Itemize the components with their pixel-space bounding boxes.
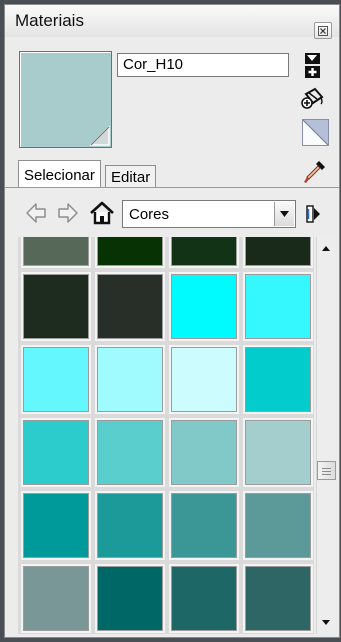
- color-swatch[interactable]: [95, 272, 165, 341]
- color-swatch[interactable]: [169, 564, 239, 633]
- color-swatch[interactable]: [95, 345, 165, 414]
- scrollbar-thumb[interactable]: [317, 461, 336, 480]
- eyedropper-icon[interactable]: [303, 159, 327, 185]
- back-arrow-icon[interactable]: [25, 202, 47, 224]
- color-swatch[interactable]: [169, 272, 239, 341]
- color-swatch[interactable]: [21, 345, 91, 414]
- thumb-grip-line: [322, 468, 331, 469]
- home-icon[interactable]: [89, 201, 115, 225]
- title-bar[interactable]: Materiais: [5, 5, 339, 39]
- color-swatch[interactable]: [243, 564, 313, 633]
- swatch-grid: [18, 237, 314, 634]
- thumb-grip-line: [322, 471, 331, 472]
- color-swatch[interactable]: [21, 418, 91, 487]
- color-swatch[interactable]: [243, 272, 313, 341]
- color-swatch[interactable]: [95, 418, 165, 487]
- tab-selecionar[interactable]: Selecionar: [18, 160, 101, 188]
- color-swatch[interactable]: [169, 345, 239, 414]
- color-swatch[interactable]: [95, 491, 165, 560]
- color-swatch[interactable]: [95, 237, 165, 268]
- color-swatch[interactable]: [169, 418, 239, 487]
- create-material-icon[interactable]: [303, 53, 323, 79]
- paint-bucket-icon[interactable]: [301, 85, 325, 109]
- material-name-field[interactable]: Cor_H10: [117, 53, 289, 77]
- color-swatch[interactable]: [243, 237, 313, 268]
- scroll-down-icon[interactable]: [322, 620, 330, 625]
- collection-select[interactable]: Cores: [122, 200, 296, 228]
- scroll-up-icon[interactable]: [322, 246, 330, 251]
- chevron-down-icon: [280, 211, 289, 217]
- color-swatch[interactable]: [21, 564, 91, 633]
- default-material-icon[interactable]: [302, 119, 329, 146]
- close-icon: [318, 26, 328, 36]
- select-dropdown-button[interactable]: [274, 202, 294, 226]
- tab-divider: [5, 187, 339, 188]
- collection-select-value: Cores: [129, 206, 170, 223]
- swatch-scrollbar[interactable]: [316, 237, 336, 634]
- color-swatch[interactable]: [243, 491, 313, 560]
- preview-corner-icon: [90, 126, 110, 146]
- color-swatch[interactable]: [95, 564, 165, 633]
- forward-arrow-icon[interactable]: [57, 202, 79, 224]
- tab-editar[interactable]: Editar: [105, 165, 157, 188]
- color-swatch[interactable]: [243, 345, 313, 414]
- window-title: Materiais: [15, 11, 84, 30]
- color-swatch[interactable]: [21, 272, 91, 341]
- material-preview: [19, 51, 112, 148]
- materials-panel: Materiais Cor_H10 Selecionar Editar Core…: [4, 4, 340, 638]
- color-swatch[interactable]: [243, 418, 313, 487]
- thumb-grip-line: [322, 474, 331, 475]
- close-button[interactable]: [314, 22, 332, 39]
- details-icon[interactable]: [305, 203, 321, 225]
- color-swatch[interactable]: [169, 491, 239, 560]
- color-swatch[interactable]: [21, 491, 91, 560]
- color-swatch[interactable]: [169, 237, 239, 268]
- color-swatch[interactable]: [21, 237, 91, 268]
